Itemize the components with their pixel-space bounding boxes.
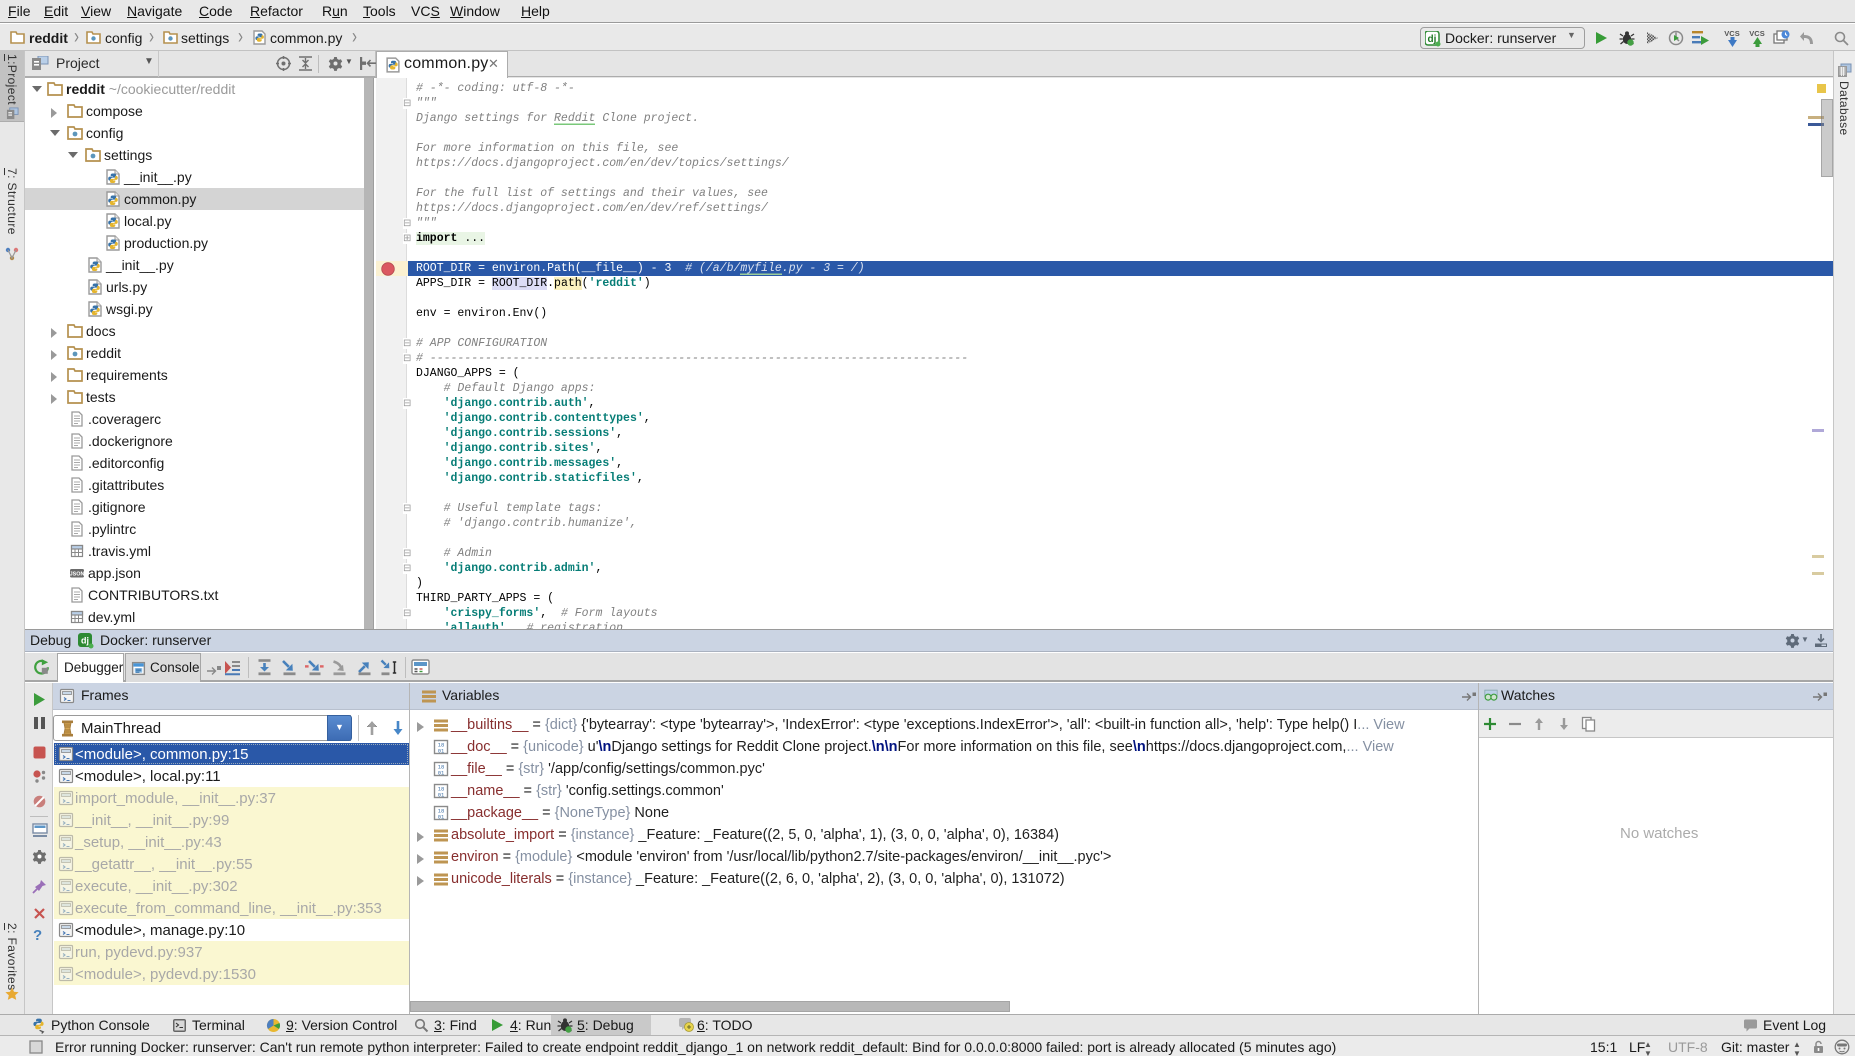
svg-text:VCS: VCS [1749, 29, 1764, 38]
svg-text:dj: dj [1428, 34, 1437, 45]
svg-text:dj: dj [81, 636, 89, 646]
svg-text:VCS: VCS [1724, 29, 1739, 38]
